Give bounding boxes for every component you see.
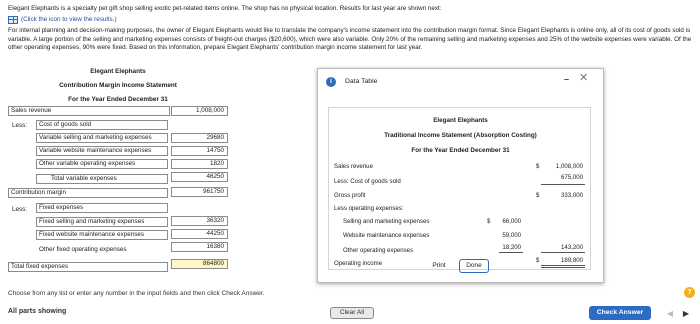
other-opex-underline [499, 252, 523, 253]
row-other-var: Other variable operating expenses [36, 159, 168, 169]
contrib-margin-label[interactable]: Contribution margin [8, 188, 168, 198]
operating-income-double-underline-2 [541, 267, 585, 268]
var-website-label[interactable]: Variable website maintenance expenses [36, 146, 168, 156]
row-total-fixed: Total fixed expenses [8, 262, 168, 272]
statement-title: Contribution Margin Income Statement [59, 82, 177, 89]
table-statement-title: Traditional Income Statement (Absorption… [384, 132, 537, 139]
fixed-selling-amount[interactable]: 36320 [171, 216, 228, 226]
sales-revenue-amount[interactable]: 1,008,000 [171, 106, 228, 116]
problem-intro: Elegant Elephants is a specialty pet gif… [8, 5, 442, 12]
fixed-selling-label[interactable]: Fixed selling and marketing expenses [36, 217, 168, 227]
cogs-row-label: Less: Cost of goods sold [334, 178, 401, 185]
row-var-website: Variable website maintenance expenses [36, 146, 168, 156]
print-button[interactable]: Print [427, 259, 451, 273]
statement-company: Elegant Elephants [90, 68, 146, 75]
income-statement-table: Elegant Elephants Traditional Income Sta… [328, 107, 591, 270]
sales-revenue-row-label: Sales revenue [334, 163, 373, 170]
other-var-amount[interactable]: 1820 [171, 159, 228, 169]
cogs-label[interactable]: Cost of goods sold [36, 120, 168, 130]
data-table-dialog: i Data Table – ✕ Elegant Elephants Tradi… [317, 68, 604, 283]
var-selling-amount[interactable]: 29680 [171, 133, 228, 143]
table-company: Elegant Elephants [433, 117, 488, 124]
table-period: For the Year Ended December 31 [411, 147, 510, 154]
other-fixed-label[interactable]: Other fixed operating expenses [36, 245, 168, 255]
previous-icon[interactable]: ◀ [664, 308, 676, 319]
dialog-title: Data Table [345, 78, 378, 85]
selling-row-label: Selling and marketing expenses [343, 218, 430, 225]
clear-all-button[interactable]: Clear All [330, 307, 374, 319]
help-icon[interactable]: ? [684, 287, 695, 298]
fixed-website-label[interactable]: Fixed website maintenance expenses [36, 230, 168, 240]
operating-income-dollar: $ [536, 257, 540, 264]
opex-header: Less operating expenses: [334, 205, 404, 212]
other-opex-row-label: Other operating expenses [343, 247, 414, 254]
row-fixed-website: Fixed website maintenance expenses [36, 230, 168, 240]
row-contrib-margin: Contribution margin [8, 188, 168, 198]
next-icon[interactable]: ▶ [680, 308, 692, 319]
other-var-label[interactable]: Other variable operating expenses [36, 159, 168, 169]
website-row-label: Website maintenance expenses [343, 232, 430, 239]
operating-income-row-label: Operating income [334, 260, 383, 267]
info-icon: i [326, 77, 336, 87]
statement-period: For the Year Ended December 31 [68, 96, 168, 103]
instructions-text: Choose from any list or enter any number… [8, 290, 265, 297]
total-var-amount[interactable]: 46250 [171, 172, 228, 182]
row-sales-revenue: Sales revenue [8, 106, 170, 116]
contrib-margin-amount[interactable]: 961750 [171, 187, 228, 197]
operating-income-double-underline-1 [541, 265, 585, 266]
check-answer-button[interactable]: Check Answer [589, 306, 651, 320]
gross-profit-value: 333,000 [560, 192, 583, 199]
row-fixed-expenses: Fixed expenses [36, 203, 168, 213]
total-opex-value: 143,200 [560, 244, 583, 251]
gross-profit-row-label: Gross profit [334, 192, 366, 199]
problem-paragraph: For internal planning and decision-makin… [8, 27, 692, 52]
sales-revenue-value: 1,008,000 [555, 163, 583, 170]
cogs-underline [541, 184, 585, 185]
row-fixed-selling: Fixed selling and marketing expenses [36, 217, 168, 227]
row-cogs: Cost of goods sold [36, 120, 168, 130]
sales-revenue-label[interactable]: Sales revenue [8, 106, 170, 116]
cogs-value: 675,000 [560, 174, 583, 181]
sales-revenue-dollar: $ [536, 163, 540, 170]
close-icon[interactable]: ✕ [579, 71, 588, 84]
total-fixed-amount[interactable]: 864800 [171, 259, 228, 269]
var-selling-label[interactable]: Variable selling and marketing expenses [36, 133, 168, 143]
row-other-fixed: Other fixed operating expenses [36, 245, 168, 255]
problem-text: Elegant Elephants is a specialty pet gif… [8, 5, 696, 55]
var-website-amount[interactable]: 14750 [171, 146, 228, 156]
row-var-selling: Variable selling and marketing expenses [36, 133, 168, 143]
fixed-expenses-label[interactable]: Fixed expenses [36, 203, 168, 213]
other-fixed-amount[interactable]: 16380 [171, 242, 228, 252]
selling-value: 66,000 [502, 218, 521, 225]
operating-income-value: 189,800 [560, 257, 583, 264]
less-label-variable: Less: [12, 122, 28, 129]
parts-status: All parts showing [8, 308, 67, 315]
website-value: 59,000 [502, 232, 521, 239]
total-opex-underline [541, 252, 585, 253]
done-button[interactable]: Done [459, 259, 489, 273]
less-label-fixed: Less: [12, 206, 28, 213]
minimize-icon[interactable]: – [564, 74, 569, 84]
other-opex-value: 18,200 [502, 244, 521, 251]
gross-profit-dollar: $ [536, 192, 540, 199]
click-hint-label[interactable]: (Click the icon to view the results.) [21, 16, 117, 25]
row-total-var: Total variable expenses [36, 174, 168, 184]
total-fixed-label[interactable]: Total fixed expenses [8, 262, 168, 272]
view-results-link[interactable]: (Click the icon to view the results.) [8, 16, 696, 25]
total-var-label[interactable]: Total variable expenses [36, 174, 168, 184]
fixed-website-amount[interactable]: 44250 [171, 229, 228, 239]
table-icon[interactable] [8, 15, 18, 24]
selling-dollar: $ [487, 218, 491, 225]
